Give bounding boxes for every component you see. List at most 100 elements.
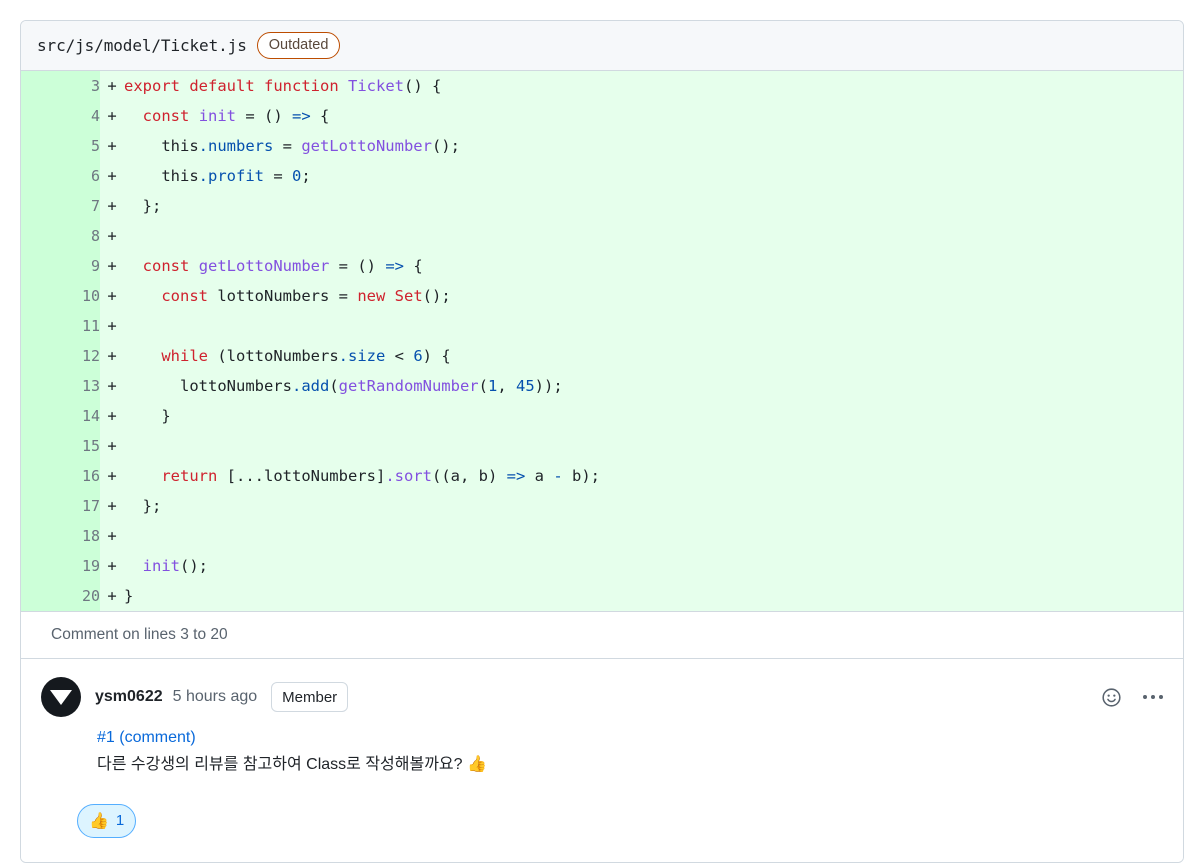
code-token: (); — [180, 557, 208, 575]
diff-line-number[interactable]: 6 — [21, 161, 100, 191]
diff-line-number[interactable]: 20 — [21, 581, 100, 611]
diff-row: 18 + — [21, 521, 1183, 551]
code-token: ; — [301, 167, 311, 185]
diff-table: 3 + export default function Ticket() {4 + c… — [21, 71, 1183, 611]
kebab-dot — [1143, 695, 1147, 699]
page-root: src/js/model/Ticket.js Outdated 3 + export… — [0, 0, 1200, 863]
reactions-row: 👍 1 — [41, 803, 1167, 838]
file-header: src/js/model/Ticket.js Outdated — [21, 21, 1183, 71]
diff-line-marker: + — [100, 551, 124, 581]
comment-text: 다른 수강생의 리뷰를 참고하여 Class로 작성해볼까요? 👍 — [97, 756, 487, 773]
code-token: return — [161, 467, 218, 485]
diff-line-number[interactable]: 7 — [21, 191, 100, 221]
diff-line-number[interactable]: 5 — [21, 131, 100, 161]
code-token: const — [142, 257, 190, 275]
code-token: Set — [394, 287, 423, 305]
comment-header: ysm0622 5 hours ago Member — [41, 677, 1167, 717]
code-token: .size — [338, 347, 386, 365]
diff-line-code: } — [124, 401, 1183, 431]
smiley-icon[interactable] — [1099, 685, 1123, 709]
diff-row: 9 + const getLottoNumber = () => { — [21, 251, 1183, 281]
diff-line-number[interactable]: 12 — [21, 341, 100, 371]
diff-line-code: const lottoNumbers = new Set(); — [124, 281, 1183, 311]
diff-line-code: } — [124, 581, 1183, 611]
diff-line-marker: + — [100, 521, 124, 551]
code-token: 45 — [516, 377, 535, 395]
diff-line-number[interactable]: 9 — [21, 251, 100, 281]
diff-line-marker: + — [100, 461, 124, 491]
code-token: function — [264, 77, 339, 95]
comment-timestamp[interactable]: 5 hours ago — [173, 688, 258, 706]
file-path[interactable]: src/js/model/Ticket.js — [37, 36, 247, 55]
diff-line-number[interactable]: 15 — [21, 431, 100, 461]
code-token: (lottoNumbers — [208, 347, 339, 365]
diff-line-code: this.numbers = getLottoNumber(); — [124, 131, 1183, 161]
avatar[interactable] — [41, 677, 81, 717]
review-thread-container: src/js/model/Ticket.js Outdated 3 + export… — [20, 20, 1184, 863]
diff-line-number[interactable]: 3 — [21, 71, 100, 101]
diff-row: 15 + — [21, 431, 1183, 461]
code-token: { — [310, 107, 330, 125]
code-token: default — [189, 77, 255, 95]
code-token: [...lottoNumbers] — [217, 467, 386, 485]
kebab-icon[interactable] — [1141, 685, 1165, 709]
diff-line-number[interactable]: 16 — [21, 461, 100, 491]
code-token: .profit — [198, 167, 264, 185]
code-token: (); — [431, 137, 460, 155]
diff-row: 16 + return [...lottoNumbers].sort((a, b)… — [21, 461, 1183, 491]
code-token: 0 — [291, 167, 302, 185]
code-token: = — [273, 137, 302, 155]
comment-author[interactable]: ysm0622 — [95, 688, 163, 706]
code-token: }; — [124, 497, 162, 515]
diff-line-number[interactable]: 17 — [21, 491, 100, 521]
diff-row: 12 + while (lottoNumbers.size < 6) { — [21, 341, 1183, 371]
diff-line-marker: + — [100, 131, 124, 161]
diff-line-number[interactable]: 8 — [21, 221, 100, 251]
diff-line-code: const init = () => { — [124, 101, 1183, 131]
diff-line-marker: + — [100, 431, 124, 461]
code-token: } — [124, 407, 171, 425]
code-token: .sort — [385, 467, 432, 485]
diff-line-marker: + — [100, 371, 124, 401]
diff-body: 3 + export default function Ticket() {4 + c… — [21, 71, 1183, 611]
code-token: => — [292, 107, 311, 125]
comment-header-actions — [1099, 685, 1165, 709]
comment-on-lines-label: Comment on lines 3 to 20 — [21, 611, 1183, 658]
code-token: getLottoNumber — [198, 257, 330, 275]
code-token: init — [142, 557, 180, 575]
diff-row: 20 +} — [21, 581, 1183, 611]
diff-row: 13 + lottoNumbers.add(getRandomNumber(1, … — [21, 371, 1183, 401]
diff-line-number[interactable]: 4 — [21, 101, 100, 131]
code-token: Ticket — [348, 77, 405, 95]
diff-row: 19 + init(); — [21, 551, 1183, 581]
reaction-count: 1 — [115, 812, 125, 830]
diff-line-number[interactable]: 14 — [21, 401, 100, 431]
code-token: const — [142, 107, 190, 125]
diff-line-marker: + — [100, 491, 124, 521]
diff-line-number[interactable]: 18 — [21, 521, 100, 551]
code-token: .numbers — [198, 137, 274, 155]
code-token: export — [124, 77, 180, 95]
diff-line-number[interactable]: 13 — [21, 371, 100, 401]
diff-line-code — [124, 221, 1183, 251]
comment-body: #1 (comment) 다른 수강생의 리뷰를 참고하여 Class로 작성해… — [41, 729, 1167, 778]
diff-line-number[interactable]: 11 — [21, 311, 100, 341]
comment-permalink[interactable]: #1 (comment) — [97, 729, 1167, 747]
code-token: - — [553, 467, 563, 485]
diff-line-number[interactable]: 19 — [21, 551, 100, 581]
code-token: 6 — [413, 347, 423, 365]
diff-line-marker: + — [100, 341, 124, 371]
diff-line-code: }; — [124, 191, 1183, 221]
code-token: => — [506, 467, 526, 485]
reaction-thumbsup-button[interactable]: 👍 1 — [77, 803, 137, 838]
diff-line-number[interactable]: 10 — [21, 281, 100, 311]
code-token: lottoNumbers = — [208, 287, 358, 305]
diff-line-marker: + — [100, 581, 124, 611]
